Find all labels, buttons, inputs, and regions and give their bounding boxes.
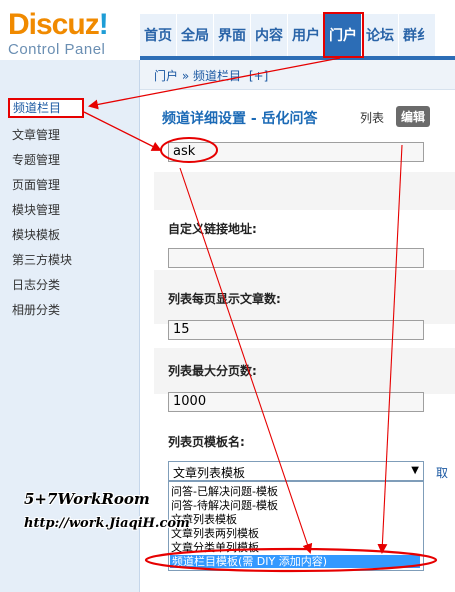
sidebar: 频道栏目 文章管理 专题管理 页面管理 模块管理 模块模板 第三方模块 日志分类… [0,60,140,592]
header: Discuz! Control Panel 首页 全局 界面 内容 用户 门户 … [0,0,455,60]
sidebar-item-third-party[interactable]: 第三方模块 [8,250,128,270]
tab-content[interactable]: 内容 [251,14,288,56]
field-row-background [154,172,455,210]
discuz-logo: Discuz! Control Panel [8,8,109,59]
breadcrumb-current: 频道栏目 [193,69,242,83]
channel-name-input[interactable]: ask [168,142,424,162]
template-label: 列表页模板名: [168,435,245,449]
tab-forum[interactable]: 论坛 [362,14,399,56]
template-side-link[interactable]: 取 [436,464,448,481]
breadcrumb-root[interactable]: 门户 [154,69,178,83]
max-pages-input[interactable]: 1000 [168,392,424,412]
sidebar-item-pages[interactable]: 页面管理 [8,175,128,195]
sidebar-item-channels[interactable]: 频道栏目 [8,98,84,118]
watermark-line1: 5+7WorkRoom [24,490,150,508]
breadcrumb-add-button[interactable]: [+] [249,69,268,83]
chevron-down-icon[interactable]: ▼ [411,465,419,476]
template-option[interactable]: 文章分类单列模板 [171,541,259,554]
sidebar-item-block-templates[interactable]: 模块模板 [8,225,128,245]
tab-portal[interactable]: 门户 [323,12,364,58]
tab-groups[interactable]: 群纟 [399,14,436,56]
breadcrumb: 门户 » 频道栏目 [+] [140,60,455,90]
template-option[interactable]: 问答-待解决问题-模板 [171,499,278,512]
breadcrumb-separator: » [181,69,190,83]
template-option-selected[interactable]: 频道栏目模板(需 DIY 添加内容) [170,555,420,568]
tab-home[interactable]: 首页 [140,14,177,56]
tab-users[interactable]: 用户 [288,14,325,56]
watermark-line2: http://work.JiaqiH.com [24,516,190,531]
sidebar-item-blog-categories[interactable]: 日志分类 [8,275,128,295]
tab-interface[interactable]: 界面 [214,14,251,56]
view-list-link[interactable]: 列表 [360,109,384,126]
per-page-input[interactable]: 15 [168,320,424,340]
sidebar-item-album-categories[interactable]: 相册分类 [8,300,128,320]
custom-link-label: 自定义链接地址: [168,222,257,236]
sidebar-item-articles[interactable]: 文章管理 [8,125,128,145]
template-option[interactable]: 问答-已解决问题-模板 [171,485,278,498]
sidebar-item-topics[interactable]: 专题管理 [8,150,128,170]
template-select-value: 文章列表模板 [173,466,246,480]
top-nav: 首页 全局 界面 内容 用户 门户 论坛 群纟 [140,12,455,58]
logo-word: Discuz [8,8,100,41]
max-pages-label: 列表最大分页数: [168,364,257,378]
logo-subtitle: Control Panel [8,41,106,58]
custom-link-input[interactable] [168,248,424,268]
per-page-label: 列表每页显示文章数: [168,292,281,306]
view-edit-badge[interactable]: 编辑 [396,106,431,127]
logo-bang: ! [98,8,109,41]
tab-global[interactable]: 全局 [177,14,214,56]
page-title: 频道详细设置 - 岳化问答 [162,111,318,127]
template-dropdown: 问答-已解决问题-模板 问答-待解决问题-模板 文章列表模板 文章列表两列模板 … [168,481,424,571]
sidebar-item-blocks[interactable]: 模块管理 [8,200,128,220]
template-select[interactable]: 文章列表模板 ▼ [168,461,424,481]
